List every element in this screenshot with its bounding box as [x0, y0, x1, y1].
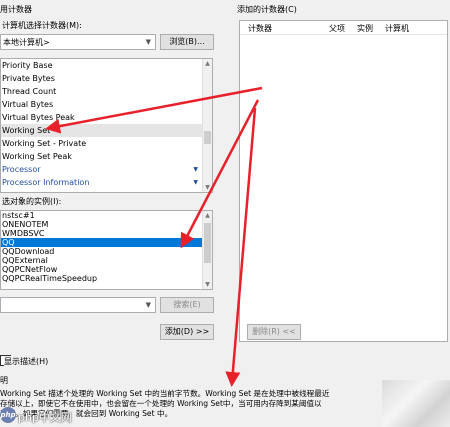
arrow-to-qq-instance — [180, 99, 260, 249]
annotation-arrows — [45, 86, 263, 387]
arrow-to-working-set — [45, 86, 263, 134]
arrow-to-description — [225, 107, 257, 387]
